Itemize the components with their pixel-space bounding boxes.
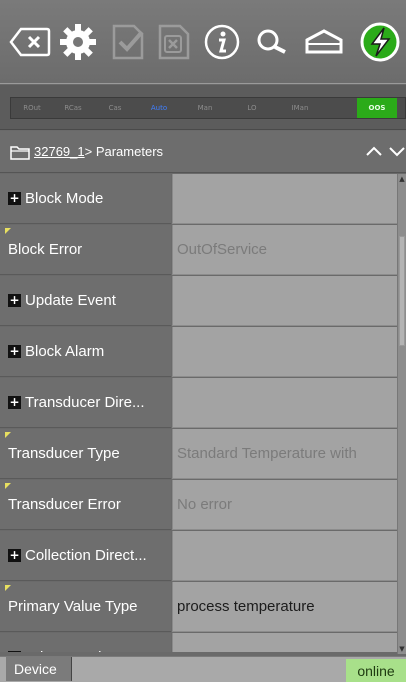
table-row[interactable]: Transducer Error No error [0, 480, 397, 531]
home-icon [305, 29, 343, 54]
parameter-name-cell[interactable]: + Transducer Dire... [0, 378, 171, 428]
backspace-button[interactable] [8, 20, 52, 64]
mode-oos: OOS [357, 98, 397, 118]
mode-lo: LO [247, 104, 257, 112]
chevron-down-icon[interactable] [388, 143, 406, 159]
scroll-up-icon[interactable]: ▲ [398, 174, 406, 184]
expand-icon[interactable]: + [8, 651, 21, 652]
cancel-document-icon [158, 24, 190, 60]
scrollbar-thumb[interactable] [399, 236, 405, 346]
parameter-name: Transducer Error [8, 496, 121, 513]
table-row[interactable]: + Transducer Dire... [0, 378, 397, 429]
parameter-name-cell[interactable]: + Block Alarm [0, 327, 171, 377]
breadcrumb-path: 32769_1> Parameters [34, 144, 163, 159]
parameter-name: Block Error [8, 241, 83, 258]
status-badge: online [346, 659, 406, 682]
gear-icon [60, 24, 96, 60]
settings-button[interactable] [56, 20, 100, 64]
parameter-name: Transducer Dire... [25, 394, 145, 411]
breadcrumb-current: > Parameters [84, 144, 164, 159]
chevron-up-icon[interactable] [364, 143, 384, 159]
expand-icon[interactable]: + [8, 396, 21, 409]
mode-rout: ROut [23, 104, 41, 112]
mode-auto: Auto [150, 104, 168, 112]
bottom-bar: Device online [0, 656, 406, 682]
parameter-value[interactable]: process temperature [172, 582, 397, 632]
parameter-value[interactable] [172, 174, 397, 224]
scrollbar[interactable]: ▲ ▼ [397, 174, 406, 654]
parameter-name-cell[interactable]: Transducer Error [0, 480, 171, 530]
connect-button[interactable] [358, 20, 406, 64]
apply-button[interactable] [106, 20, 150, 64]
parameter-name: Collection Direct... [25, 547, 147, 564]
parameter-value[interactable]: OutOfService [172, 225, 397, 275]
mode-iman: IMan [291, 104, 309, 112]
info-button[interactable] [200, 20, 244, 64]
changed-flag-icon [5, 432, 11, 438]
parameter-name: Primary Value Type [8, 598, 138, 615]
expand-icon[interactable]: + [8, 192, 21, 205]
parameter-name-cell[interactable]: + Primary Value [0, 633, 171, 652]
scroll-down-icon[interactable]: ▼ [398, 644, 406, 654]
parameter-name: Block Mode [25, 190, 104, 207]
parameter-name: Block Alarm [25, 343, 105, 360]
mode-strip: ROut RCas Cas Auto Man LO IMan OOS [10, 97, 406, 119]
changed-flag-icon [5, 483, 11, 489]
parameter-value[interactable] [172, 633, 397, 652]
mode-bar: ROut RCas Cas Auto Man LO IMan OOS [0, 85, 406, 130]
parameter-value[interactable]: Standard Temperature with [172, 429, 397, 479]
expand-icon[interactable]: + [8, 294, 21, 307]
table-row[interactable]: + Block Mode [0, 174, 397, 225]
parameter-value[interactable] [172, 531, 397, 581]
table-row[interactable]: Block Error OutOfService [0, 225, 397, 276]
expand-icon[interactable]: + [8, 549, 21, 562]
table-row[interactable]: + Collection Direct... [0, 531, 397, 582]
mode-cas: Cas [108, 104, 122, 112]
parameter-name-cell[interactable]: Transducer Type [0, 429, 171, 479]
expand-icon[interactable]: + [8, 345, 21, 358]
search-button[interactable] [250, 20, 294, 64]
changed-flag-icon [5, 585, 11, 591]
info-icon [204, 24, 240, 60]
backspace-icon [9, 27, 51, 57]
table-row[interactable]: Transducer Type Standard Temperature with [0, 429, 397, 480]
mode-rcas: RCas [64, 104, 82, 112]
parameter-name: Primary Value [25, 649, 118, 652]
parameter-table: + Block Mode Block Error OutOfService + Updat… [0, 174, 397, 652]
lightning-icon [360, 22, 400, 62]
search-icon [257, 29, 286, 54]
breadcrumb: 32769_1> Parameters [0, 131, 406, 173]
parameter-name-cell[interactable]: + Block Mode [0, 174, 171, 224]
parameter-value[interactable] [172, 327, 397, 377]
parameter-name-cell[interactable]: Primary Value Type [0, 582, 171, 632]
check-document-icon [112, 24, 144, 60]
folder-icon [10, 146, 30, 160]
table-row[interactable]: + Block Alarm [0, 327, 397, 378]
table-row[interactable]: + Update Event [0, 276, 397, 327]
tab-device[interactable]: Device [6, 657, 72, 681]
parameter-name: Transducer Type [8, 445, 120, 462]
parameter-name-cell[interactable]: + Update Event [0, 276, 171, 326]
parameter-value[interactable] [172, 276, 397, 326]
mode-man: Man [197, 104, 213, 112]
parameter-value[interactable]: No error [172, 480, 397, 530]
table-row[interactable]: Primary Value Type process temperature [0, 582, 397, 633]
changed-flag-icon [5, 228, 11, 234]
toolbar [0, 0, 406, 84]
parameter-name-cell[interactable]: Block Error [0, 225, 171, 275]
table-row[interactable]: + Primary Value [0, 633, 397, 652]
parameter-name: Update Event [25, 292, 116, 309]
home-button[interactable] [302, 20, 346, 64]
cancel-button[interactable] [152, 20, 196, 64]
parameter-name-cell[interactable]: + Collection Direct... [0, 531, 171, 581]
breadcrumb-device-link[interactable]: 32769_1 [34, 144, 85, 159]
parameter-value[interactable] [172, 378, 397, 428]
